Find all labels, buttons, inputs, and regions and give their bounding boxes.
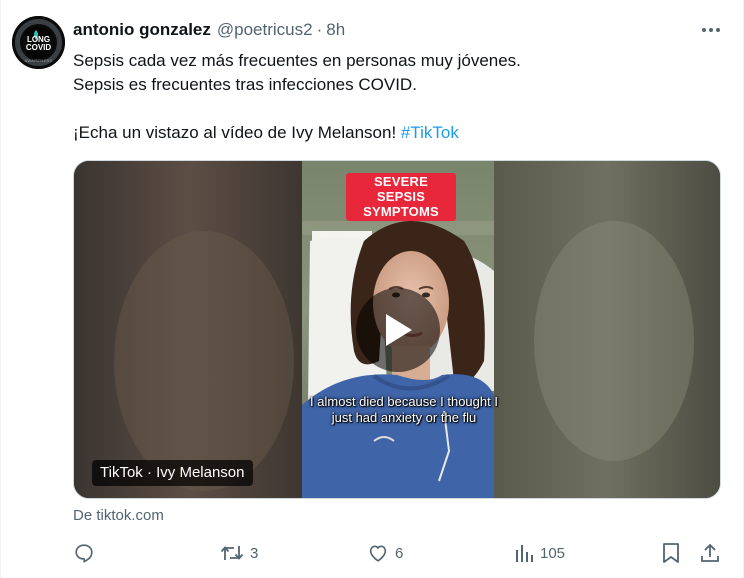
- tweet-text-line: Sepsis es frecuentes tras infecciones CO…: [73, 75, 417, 94]
- tweet-text-line: ¡Echa un vistazo al vídeo de Ivy Melanso…: [73, 121, 713, 145]
- video-source-badge: TikTok · Ivy Melanson: [92, 460, 253, 486]
- author-display-name[interactable]: antonio gonzalez: [73, 20, 211, 40]
- repost-arrows-icon: [220, 546, 244, 560]
- repost-count: 3: [250, 544, 259, 562]
- tweet-text-line: Sepsis cada vez más frecuentes en person…: [73, 51, 521, 70]
- hashtag-link[interactable]: #TikTok: [401, 123, 459, 142]
- bar-chart-icon: [516, 545, 533, 562]
- link-source[interactable]: De tiktok.com: [73, 507, 164, 524]
- tweet-text: Sepsis cada vez más frecuentes en person…: [73, 49, 713, 145]
- action-bar: 3 6 105: [73, 538, 725, 568]
- share-button[interactable]: [699, 538, 721, 568]
- avatar[interactable]: LONG COVID AWARENESS: [12, 16, 65, 69]
- video-card[interactable]: SEVERE SEPSIS SYMPTOMS I almost died bec…: [73, 160, 721, 499]
- separator-dot: ·: [316, 20, 323, 39]
- like-button[interactable]: 6: [367, 538, 403, 568]
- more-dots-icon: [702, 28, 720, 32]
- tweet-container[interactable]: LONG COVID AWARENESS antonio gonzalez @p…: [0, 0, 744, 578]
- bookmark-button[interactable]: [661, 538, 681, 568]
- play-button[interactable]: [356, 288, 440, 372]
- avatar-ring-text: AWARENESS: [24, 58, 53, 63]
- timestamp[interactable]: 8h: [326, 20, 345, 40]
- views-button[interactable]: 105: [514, 538, 565, 568]
- play-icon: [386, 314, 412, 346]
- heart-icon: [369, 545, 387, 562]
- reply-bubble-icon: [75, 544, 93, 563]
- tweet-text-segment: ¡Echa un vistazo al vídeo de Ivy Melanso…: [73, 123, 401, 142]
- reply-button[interactable]: [73, 538, 101, 568]
- overlay-title: SEVERE SEPSIS SYMPTOMS: [346, 173, 456, 221]
- bookmark-icon: [663, 543, 679, 563]
- more-options-button[interactable]: [697, 18, 725, 42]
- repost-button[interactable]: 3: [220, 538, 258, 568]
- share-upload-icon: [701, 543, 719, 562]
- tweet-header: antonio gonzalez @poetricus2 · 8h: [73, 18, 673, 42]
- like-count: 6: [395, 544, 404, 562]
- views-count: 105: [540, 544, 566, 562]
- author-handle[interactable]: @poetricus2: [217, 20, 313, 40]
- video-caption: I almost died because I thought I just h…: [310, 394, 498, 425]
- avatar-text-bottom: COVID: [25, 43, 52, 52]
